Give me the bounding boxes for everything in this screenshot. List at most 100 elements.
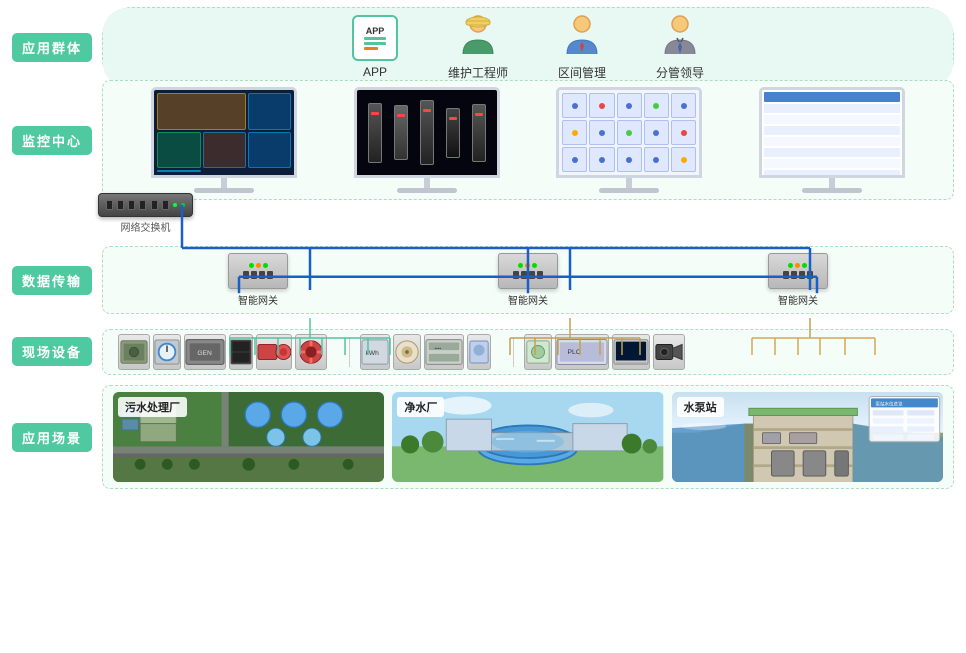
device-pump	[256, 334, 292, 370]
devices-content: GEN	[102, 329, 954, 375]
ns-led-1	[173, 203, 177, 207]
ns-port-3	[128, 200, 135, 210]
device-sensor	[393, 334, 421, 370]
monitors-label-text: 监控中心	[12, 126, 92, 155]
main-diagram: 应用群体 APP APP	[0, 0, 966, 653]
svg-text:GEN: GEN	[197, 349, 212, 356]
engineer-icon	[455, 14, 501, 60]
leader-icon	[657, 14, 703, 60]
device-group-separator-1	[349, 337, 350, 367]
ns-port-2	[117, 200, 124, 210]
gw3-port3	[799, 271, 805, 279]
screen-3	[556, 87, 702, 178]
gw2-port1	[513, 271, 519, 279]
gw2-led1	[518, 263, 523, 268]
data-content: 智能网关	[102, 246, 954, 314]
data-label-text: 数据传输	[12, 266, 92, 295]
gw1-port4	[267, 271, 273, 279]
ns-led-2	[181, 203, 185, 207]
label-users: 应用群体	[12, 33, 92, 62]
network-switch	[98, 193, 193, 217]
device-plc: PLC	[555, 334, 609, 370]
gw3-port1	[783, 271, 789, 279]
leader-label: 分管领导	[656, 64, 704, 81]
scenes-label-text: 应用场景	[12, 423, 92, 452]
device-meter	[153, 334, 181, 370]
scene-sewage: 污水处理厂	[113, 392, 384, 482]
screen-1-stand	[221, 178, 227, 188]
screen-3-content	[559, 90, 699, 175]
user-leader: 分管领导	[656, 14, 704, 81]
gw1-port3	[259, 271, 265, 279]
app-label: APP	[363, 65, 387, 79]
gw3-led3	[802, 263, 807, 268]
devices-inner: GEN	[103, 330, 953, 374]
screen-2-stand	[424, 178, 430, 188]
scene-pump: 泵站水位总览 水泵站	[672, 392, 943, 482]
network-switch-area: 网络交换机	[98, 193, 193, 234]
device-blower	[295, 334, 327, 370]
monitor-4	[759, 87, 905, 193]
gateway-1-device	[228, 253, 288, 289]
users-content: APP APP	[102, 7, 954, 88]
screen-4-content	[762, 90, 902, 175]
zone-icon	[559, 14, 605, 60]
engineer-label: 维护工程师	[448, 64, 508, 81]
gateway-1-label: 智能网关	[238, 292, 278, 307]
gw3-port4	[807, 271, 813, 279]
device-hmi	[612, 334, 650, 370]
monitor-3	[556, 87, 702, 193]
screen-3-stand	[626, 178, 632, 188]
device-cabinet	[229, 334, 253, 370]
label-data: 数据传输	[12, 266, 92, 295]
gw1-led2	[256, 263, 261, 268]
screen-4-stand	[829, 178, 835, 188]
clean-title: 净水厂	[397, 397, 444, 417]
users-inner: APP APP	[103, 8, 953, 87]
device-transducer	[467, 334, 491, 370]
user-app: APP APP	[352, 15, 398, 79]
device-generator: GEN	[184, 334, 226, 370]
gw2-port2	[521, 271, 527, 279]
screen-1	[151, 87, 297, 178]
monitors-inner	[103, 81, 953, 199]
gw2-led2	[525, 263, 530, 268]
gw1-led1	[249, 263, 254, 268]
gw3-led2	[795, 263, 800, 268]
scenes-content: 污水处理厂	[102, 385, 954, 489]
gateway-3: 智能网关	[768, 253, 828, 307]
screen-2	[354, 87, 500, 178]
gw1-port1	[243, 271, 249, 279]
monitor-2	[354, 87, 500, 193]
device-group-separator-2	[513, 337, 514, 367]
row-users: 应用群体 APP APP	[12, 8, 954, 86]
ns-port-1	[106, 200, 113, 210]
row-devices: 现场设备 GEN	[12, 324, 954, 379]
gateway-3-device	[768, 253, 828, 289]
svg-text:泵站水位总览: 泵站水位总览	[875, 400, 903, 407]
sewage-title: 污水处理厂	[118, 397, 187, 417]
ns-port-4	[139, 200, 146, 210]
switch-connector-row: 网络交换机	[12, 190, 954, 236]
ns-port-6	[162, 200, 169, 210]
app-icon: APP	[352, 15, 398, 61]
label-devices: 现场设备	[12, 337, 92, 366]
user-zone: 区间管理	[558, 14, 606, 81]
row-scenes: 应用场景	[12, 383, 954, 491]
switch-label: 网络交换机	[121, 219, 171, 234]
label-monitors: 监控中心	[12, 126, 92, 155]
screen-1-content	[154, 90, 294, 175]
ns-port-5	[151, 200, 158, 210]
row-monitors: 监控中心	[12, 90, 954, 190]
monitor-1	[151, 87, 297, 193]
device-water-sensor	[524, 334, 552, 370]
gw1-port2	[251, 271, 257, 279]
monitors-content	[102, 80, 954, 200]
gateway-2: 智能网关	[498, 253, 558, 307]
device-junction-box	[118, 334, 150, 370]
gateway-2-label: 智能网关	[508, 292, 548, 307]
device-power-meter: kWh	[360, 334, 390, 370]
gateway-3-label: 智能网关	[778, 292, 818, 307]
gw3-port2	[791, 271, 797, 279]
data-inner: 智能网关	[103, 247, 953, 313]
